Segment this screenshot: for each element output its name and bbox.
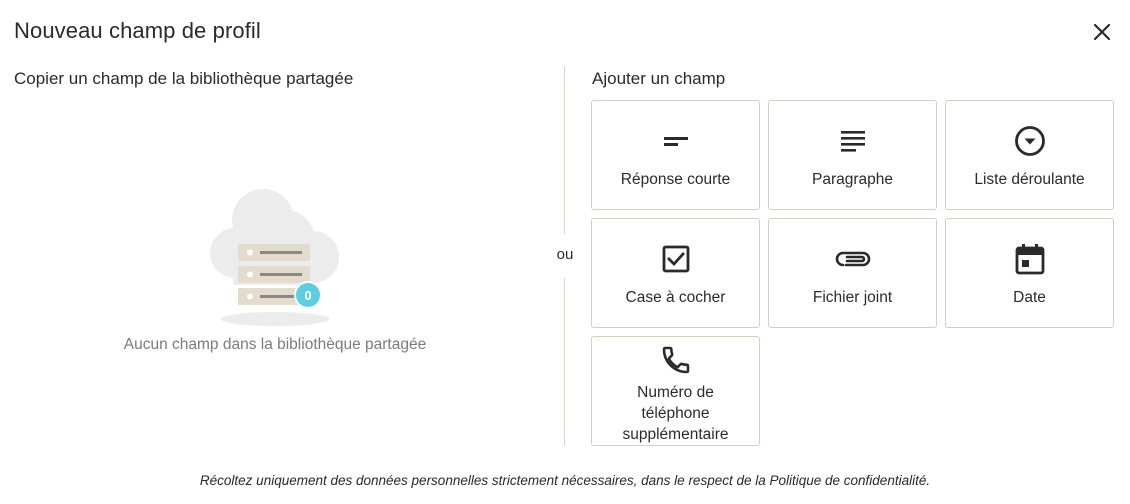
field-type-paragraph[interactable]: Paragraphe (768, 100, 937, 210)
add-field-heading: Ajouter un champ (592, 69, 726, 88)
or-separator: ou (556, 246, 574, 263)
attachment-icon (835, 251, 870, 267)
field-type-grid: Réponse courte Paragraphe Liste déroulan… (591, 100, 1114, 446)
field-type-phone[interactable]: Numéro de téléphone supplémentaire (591, 336, 760, 446)
dropdown-icon (1014, 126, 1045, 156)
paragraph-icon (840, 131, 865, 152)
privacy-notice: Récoltez uniquement des données personne… (199, 473, 931, 488)
empty-library-message: Aucun champ dans la bibliothèque partagé… (123, 336, 427, 353)
divider-bottom (564, 278, 565, 446)
field-type-attachment[interactable]: Fichier joint (768, 218, 937, 328)
field-type-checkbox[interactable]: Case à cocher (591, 218, 760, 328)
divider-top (564, 66, 565, 234)
close-button[interactable] (1090, 20, 1114, 44)
field-type-label: Numéro de téléphone supplémentaire (622, 384, 729, 443)
count-badge: 0 (294, 281, 322, 309)
checkbox-icon (662, 245, 689, 273)
badge-count: 0 (304, 288, 311, 303)
phone-icon (662, 346, 689, 373)
field-type-label: Paragraphe (811, 171, 893, 188)
field-type-label: Liste déroulante (974, 171, 1085, 188)
field-type-label: Date (1013, 289, 1046, 306)
dialog-title: Nouveau champ de profil (14, 18, 261, 43)
field-type-short-answer[interactable]: Réponse courte (591, 100, 760, 210)
short-text-icon (663, 137, 688, 146)
cloud-server-icon (210, 189, 339, 326)
field-type-dropdown[interactable]: Liste déroulante (945, 100, 1114, 210)
field-type-label: Réponse courte (620, 171, 731, 188)
field-type-label: Fichier joint (812, 289, 893, 306)
field-type-date[interactable]: Date (945, 218, 1114, 328)
close-icon (1093, 23, 1111, 41)
empty-library-illustration: 0 (205, 185, 345, 330)
field-type-label: Case à cocher (625, 289, 726, 306)
shared-library-heading: Copier un champ de la bibliothèque parta… (14, 69, 354, 88)
calendar-icon (1015, 244, 1044, 275)
